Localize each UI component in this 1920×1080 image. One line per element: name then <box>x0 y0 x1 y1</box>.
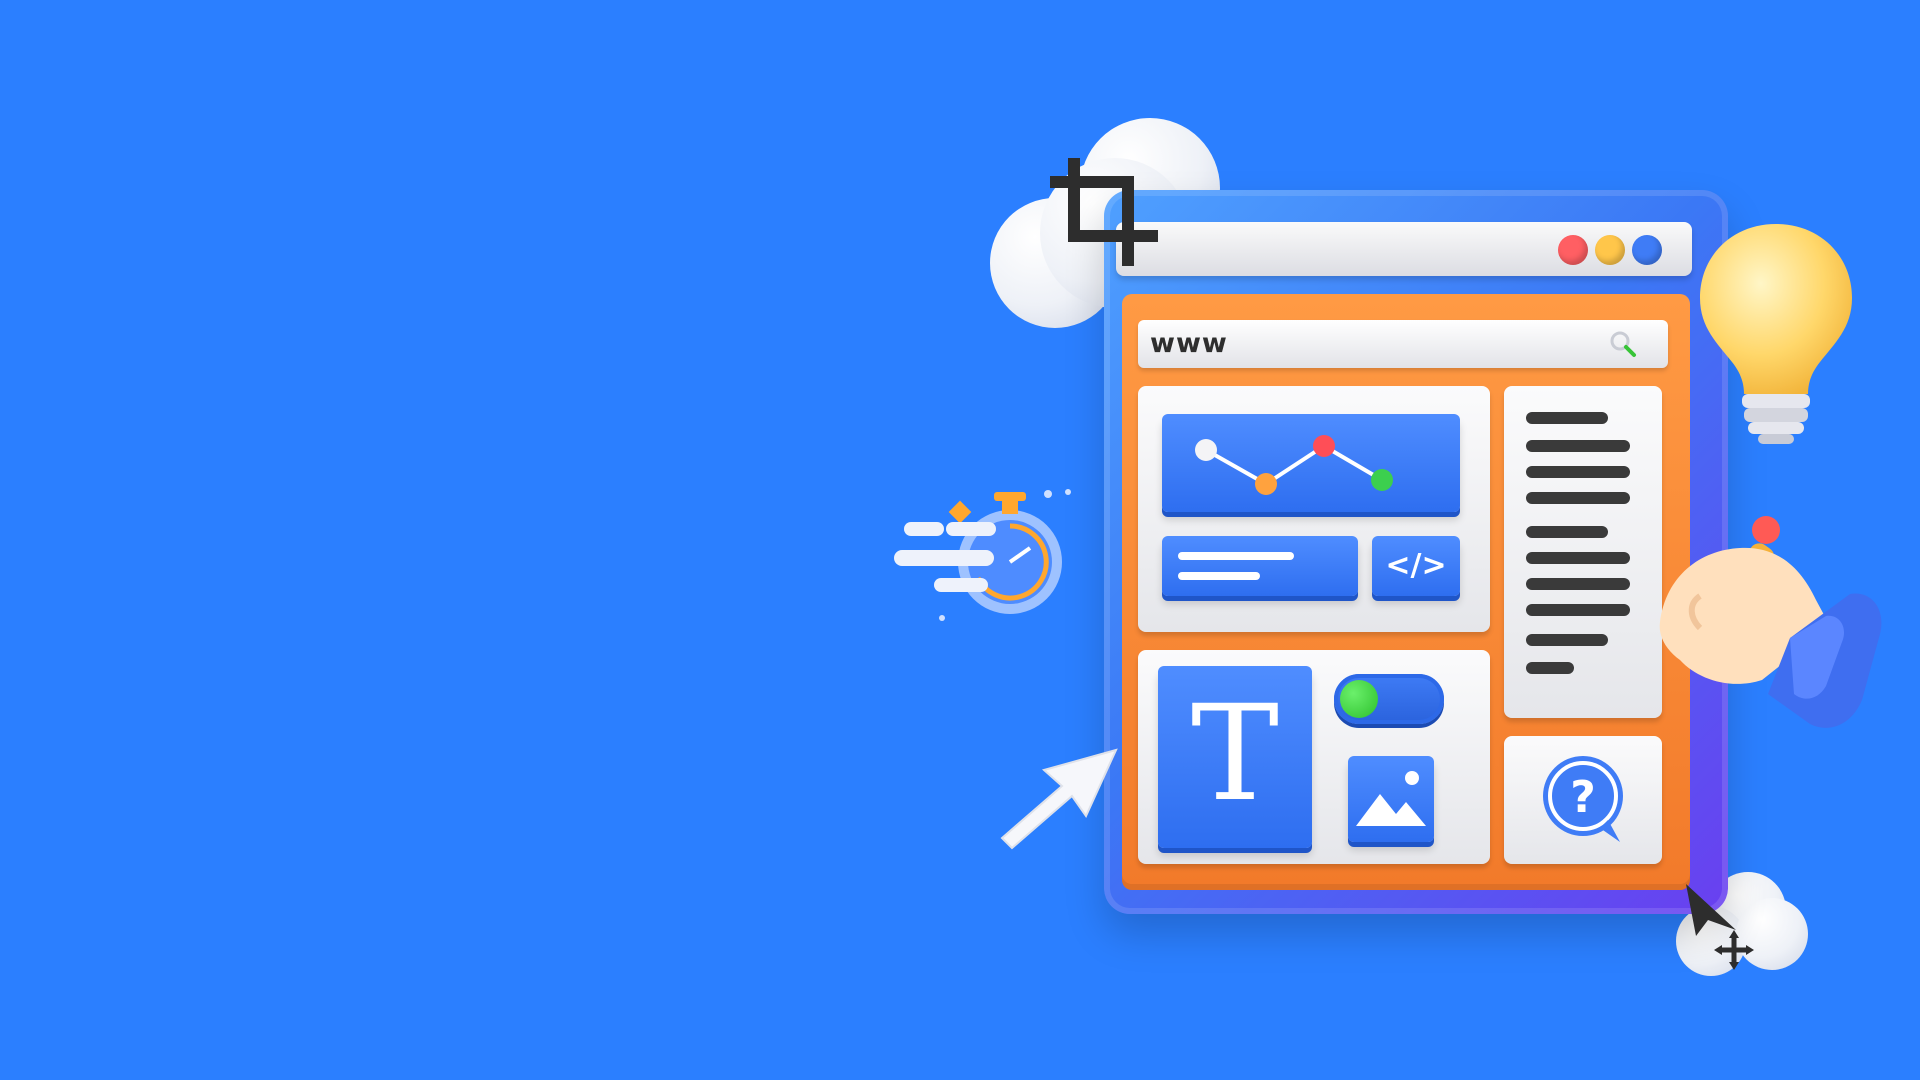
text-line <box>1526 662 1574 674</box>
line-chart-icon <box>1195 435 1393 495</box>
arrow-cursor-icon <box>1000 748 1118 850</box>
image-icon-graphic <box>1356 771 1426 826</box>
move-cursor-icon <box>1686 884 1754 970</box>
text-line <box>1526 492 1630 504</box>
title-bar <box>1116 222 1692 276</box>
text-block-panel <box>1162 536 1358 596</box>
toggle-switch-icon[interactable] <box>1334 674 1444 724</box>
toggle-knob <box>1340 680 1378 718</box>
text-line <box>1526 440 1630 452</box>
address-bar[interactable]: www <box>1138 320 1668 368</box>
window-maximize-dot[interactable] <box>1632 235 1662 265</box>
image-icon[interactable] <box>1348 756 1434 842</box>
text-line <box>1526 412 1608 424</box>
light-bulb-icon <box>1700 224 1852 444</box>
chart-card: </> <box>1138 386 1490 632</box>
stopwatch-icon <box>894 489 1071 621</box>
text-line <box>1178 552 1294 560</box>
text-tool-panel[interactable]: T <box>1158 666 1312 848</box>
code-symbol: </> <box>1385 548 1447 583</box>
text-tool-glyph: T <box>1190 677 1280 831</box>
illustration-scene: www </> T ? <box>0 0 1920 1080</box>
media-card: T <box>1138 650 1490 864</box>
code-panel: </> <box>1372 536 1460 596</box>
search-icon[interactable] <box>1609 330 1637 358</box>
crop-icon <box>1050 158 1158 266</box>
text-line <box>1178 572 1260 580</box>
hand-with-pencil-icon <box>1659 516 1882 728</box>
line-chart-panel <box>1162 414 1460 512</box>
window-minimize-dot[interactable] <box>1595 235 1625 265</box>
text-line <box>1526 466 1630 478</box>
url-text: www <box>1150 328 1228 359</box>
window-close-dot[interactable] <box>1558 235 1588 265</box>
